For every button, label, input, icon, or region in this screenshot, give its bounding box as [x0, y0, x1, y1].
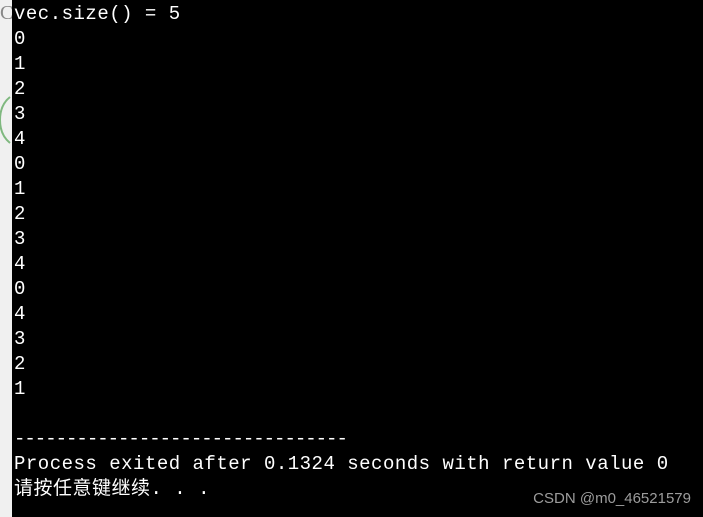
- output-line: 3: [14, 227, 703, 252]
- output-line: 0: [14, 152, 703, 177]
- output-line: 1: [14, 377, 703, 402]
- output-line: 4: [14, 252, 703, 277]
- output-line: 1: [14, 177, 703, 202]
- window-left-edge: C: [0, 0, 12, 517]
- output-line: 4: [14, 302, 703, 327]
- output-line: 2: [14, 77, 703, 102]
- output-line: 3: [14, 327, 703, 352]
- output-line: 4: [14, 127, 703, 152]
- output-line: 1: [14, 52, 703, 77]
- exit-message: Process exited after 0.1324 seconds with…: [14, 452, 703, 477]
- output-line: vec.size() = 5: [14, 2, 703, 27]
- output-line: 3: [14, 102, 703, 127]
- output-line: 2: [14, 352, 703, 377]
- output-line: 2: [14, 202, 703, 227]
- output-line: 0: [14, 277, 703, 302]
- watermark: CSDN @m0_46521579: [533, 490, 691, 507]
- console-terminal[interactable]: vec.size() = 5 0 1 2 3 4 0 1 2 3 4 0 4 3…: [12, 0, 703, 517]
- blank-line: [14, 402, 703, 427]
- output-line: 0: [14, 27, 703, 52]
- edge-decoration: [0, 95, 12, 145]
- separator-line: --------------------------------: [14, 427, 703, 452]
